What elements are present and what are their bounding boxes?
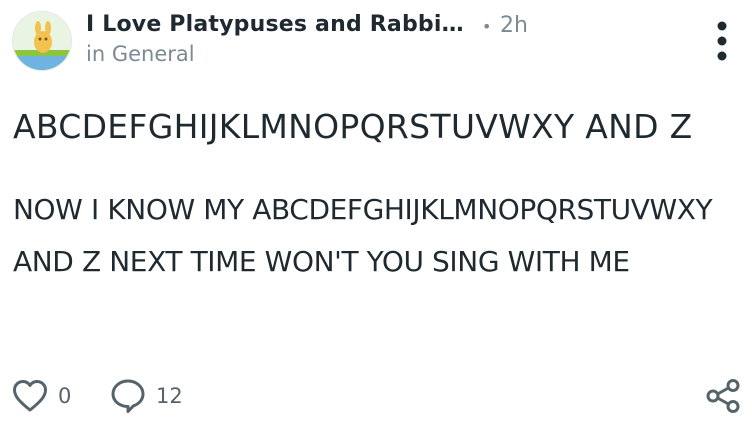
share-icon xyxy=(706,379,740,413)
comment-bubble-icon xyxy=(111,379,145,413)
more-options-button[interactable] xyxy=(706,18,738,64)
like-count: 0 xyxy=(58,384,72,408)
comment-button[interactable]: 12 xyxy=(110,378,183,414)
avatar-image xyxy=(13,12,71,70)
separator-dot: • xyxy=(482,17,492,36)
more-vertical-icon xyxy=(717,21,727,61)
channel-label[interactable]: in General xyxy=(86,42,195,66)
community-avatar[interactable] xyxy=(12,11,72,71)
share-button[interactable] xyxy=(704,378,742,414)
post-body: NOW I KNOW MY ABCDEFGHIJKLMNOPQRSTUVWXY … xyxy=(13,193,713,278)
post-timestamp: 2h xyxy=(500,13,528,38)
post-title: ABCDEFGHIJKLMNOPQRSTUVWXY AND Z xyxy=(13,107,693,146)
heart-icon xyxy=(13,380,47,412)
like-button[interactable]: 0 xyxy=(12,378,71,414)
community-name[interactable]: I Love Platypuses and Rabbi... xyxy=(86,12,466,37)
comment-count: 12 xyxy=(156,384,183,408)
